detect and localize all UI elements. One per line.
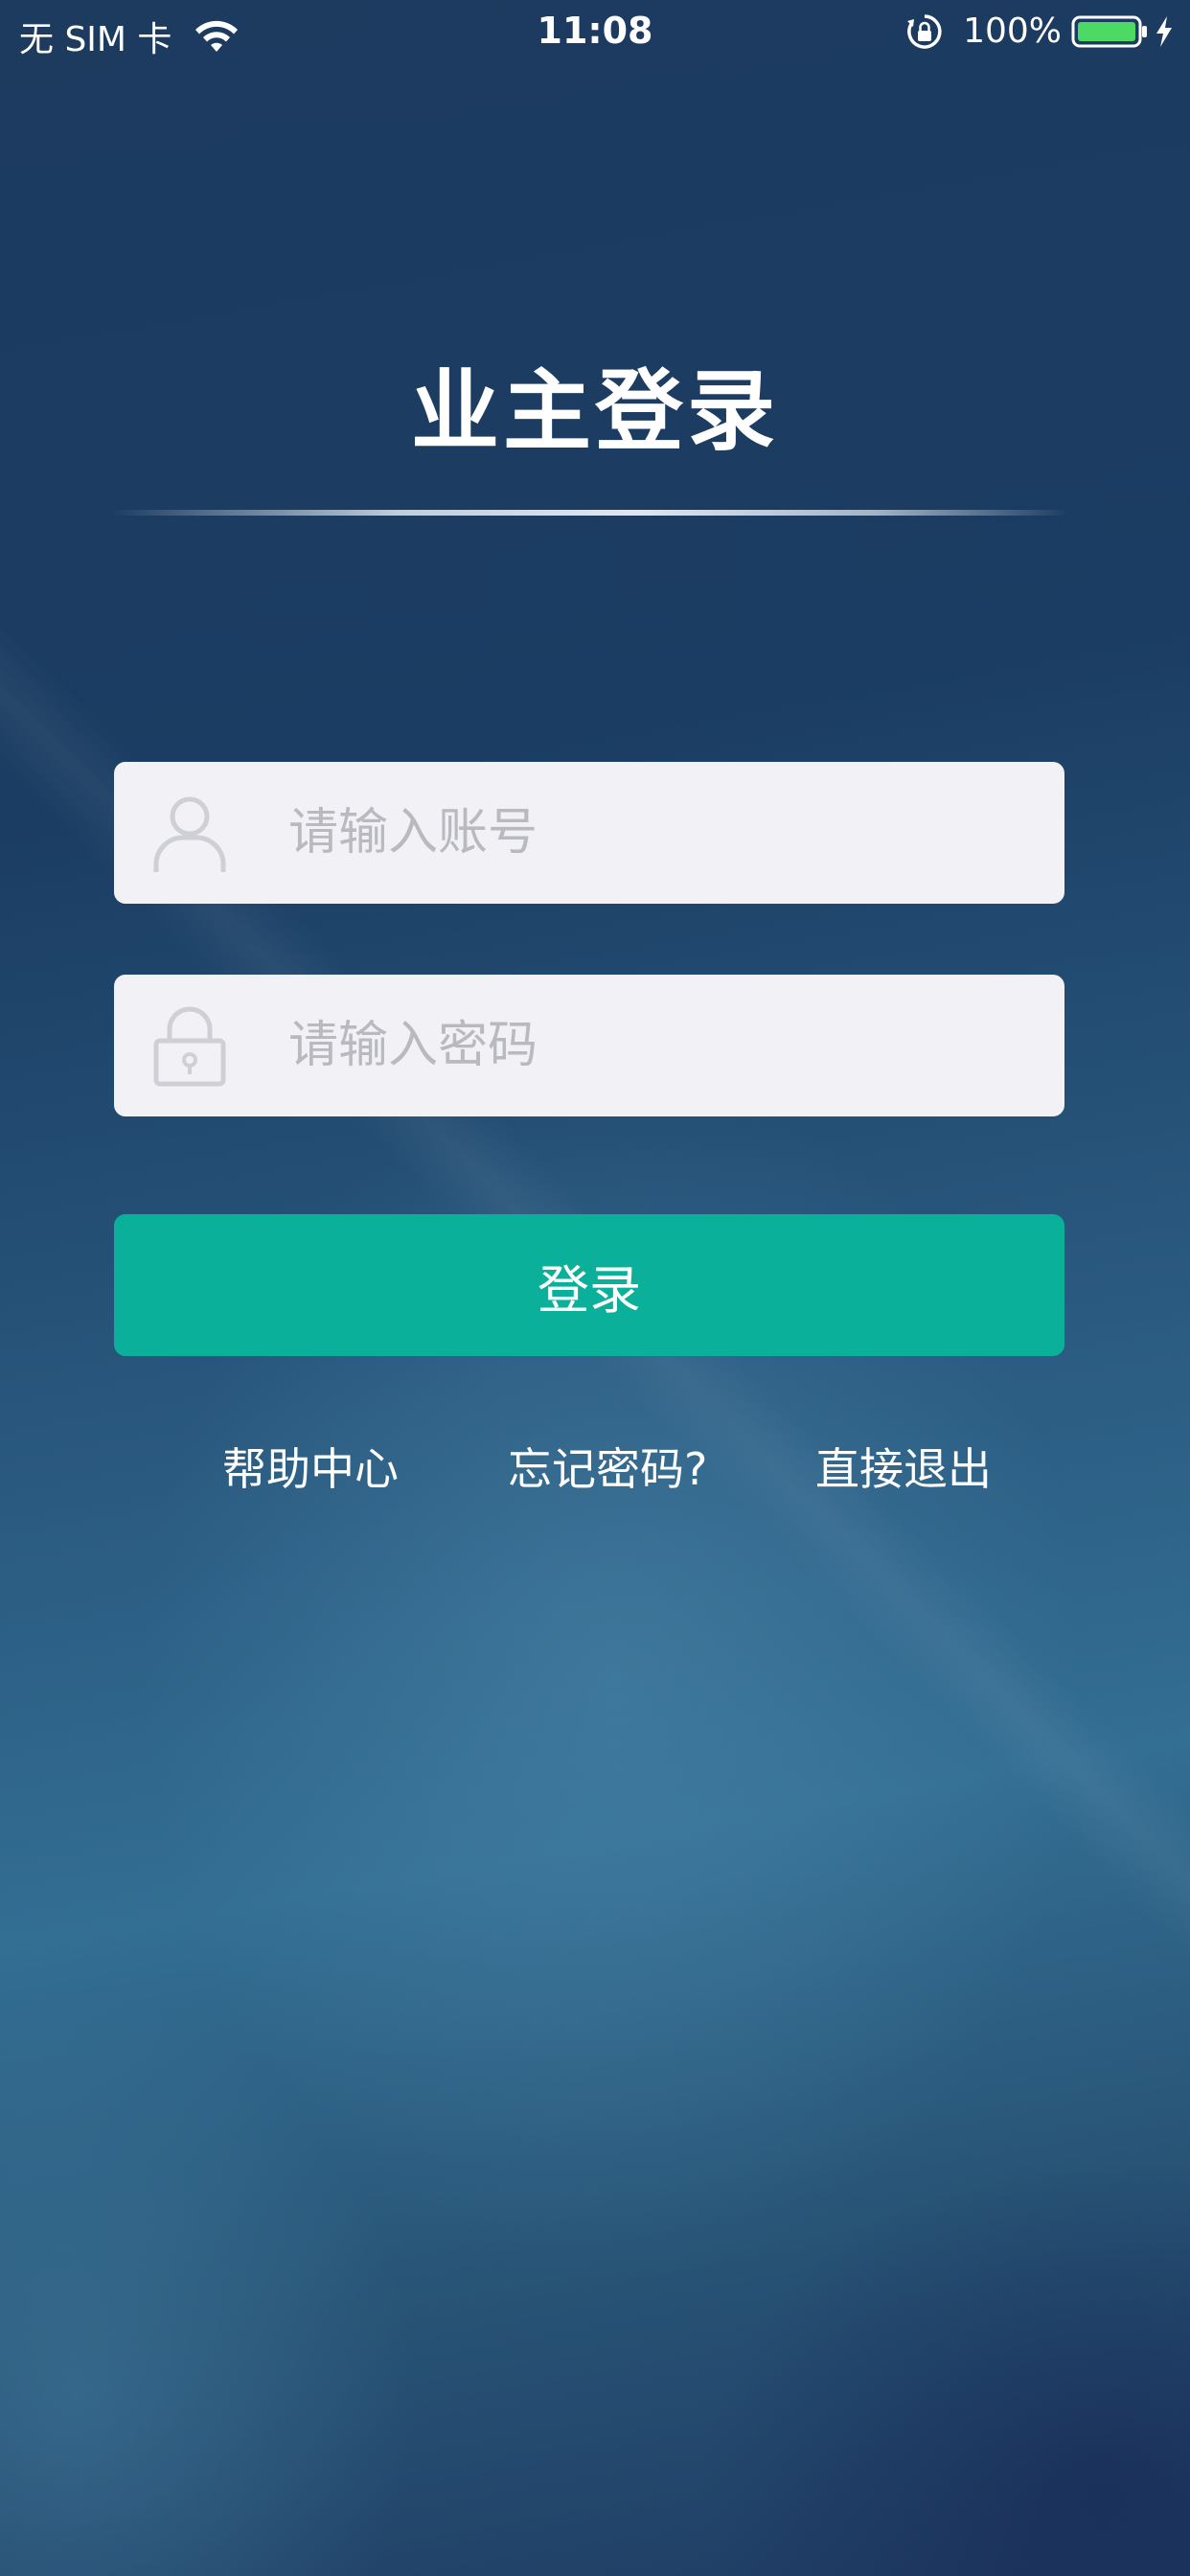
forgot-password-link[interactable]: 忘记密码? [508,1435,707,1498]
password-field[interactable] [114,975,1064,1116]
rotation-lock-icon [907,13,942,49]
login-button[interactable]: 登录 [114,1214,1064,1356]
account-field[interactable] [114,762,1064,904]
battery-percent: 100% [963,12,1062,51]
help-center-link[interactable]: 帮助中心 [222,1435,399,1498]
exit-link[interactable]: 直接退出 [815,1435,992,1498]
password-input[interactable] [286,1016,1038,1075]
page-title: 业主登录 [410,360,779,463]
charging-icon [1156,15,1172,47]
battery-icon [1071,15,1147,47]
account-input[interactable] [286,803,1038,862]
user-icon [153,796,226,872]
title-divider [110,510,1068,516]
lock-icon [153,1006,226,1087]
status-bar: 无 SIM 卡 11:08 100% [0,0,1190,65]
